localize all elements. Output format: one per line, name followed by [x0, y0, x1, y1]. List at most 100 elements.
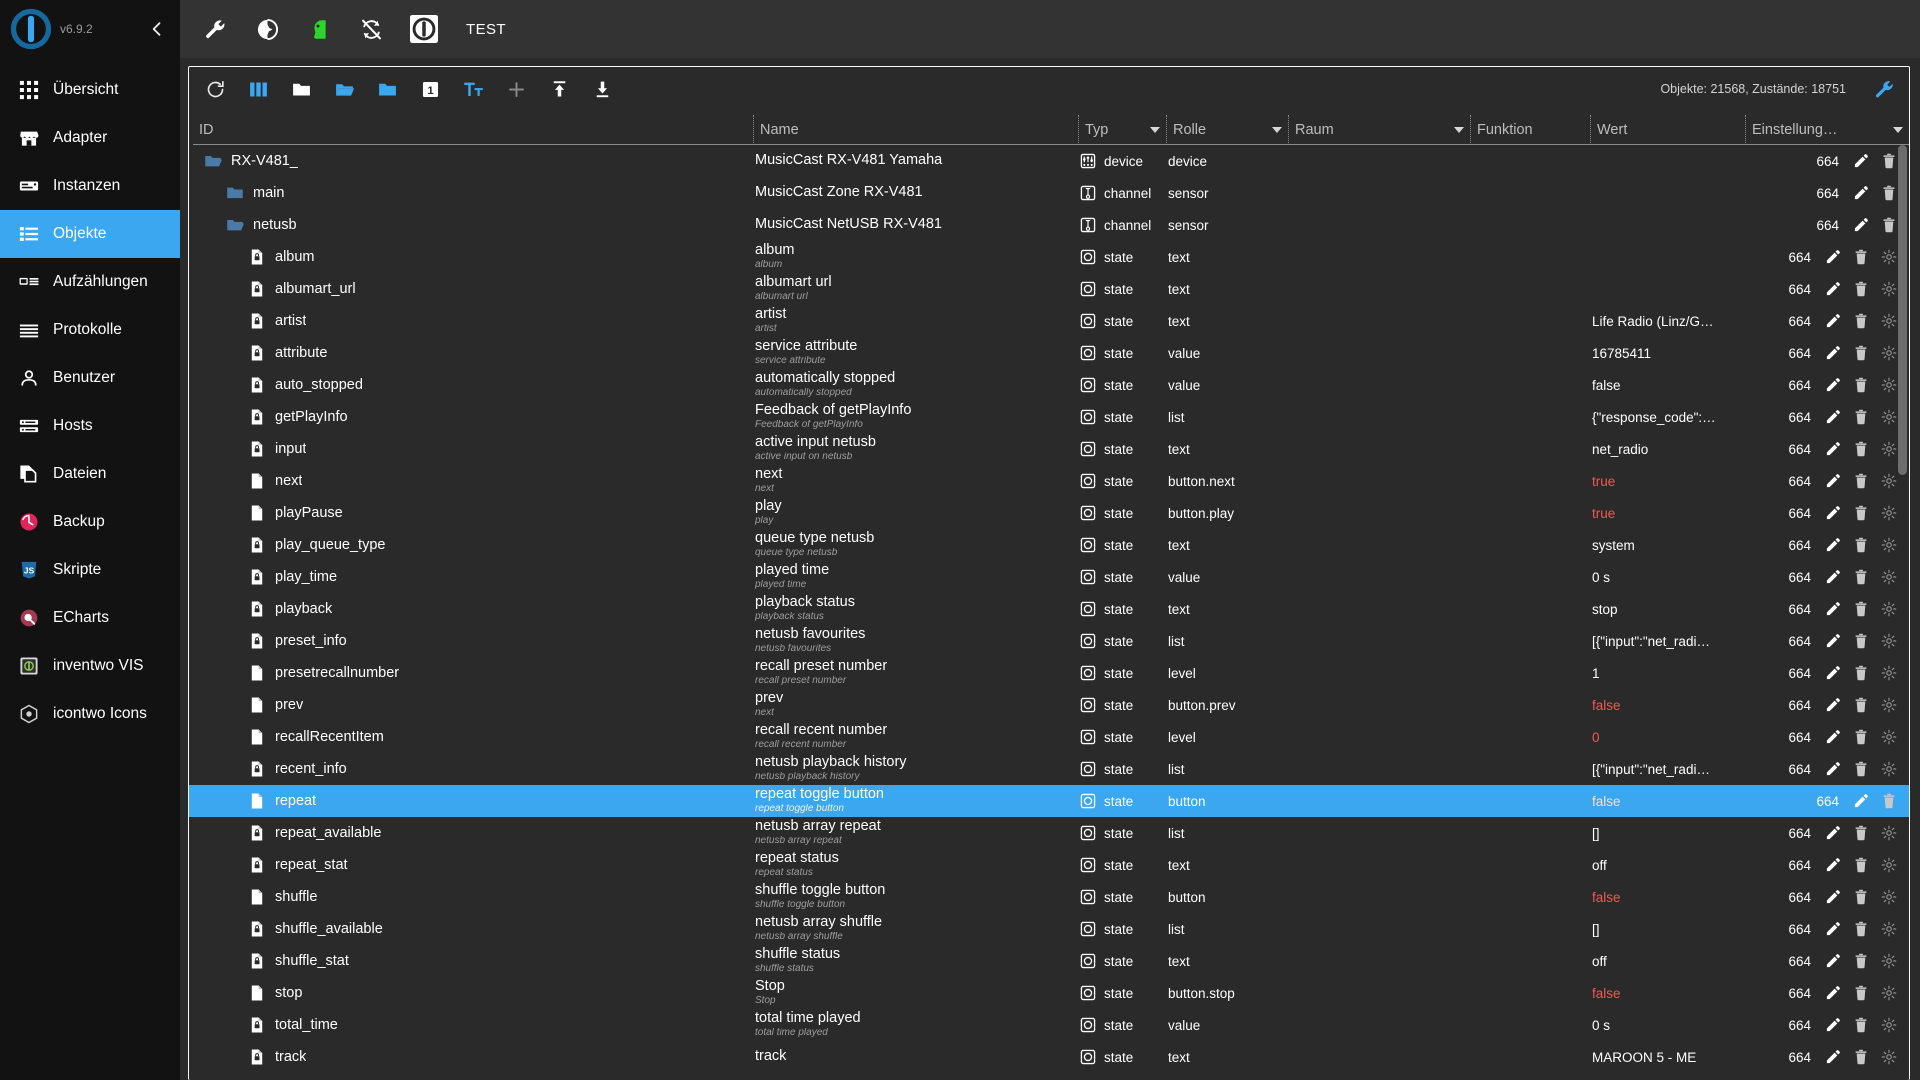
sidebar-item-dateien[interactable]: Dateien [0, 450, 180, 498]
edit-icon[interactable] [1824, 601, 1841, 618]
table-row[interactable]: shuffle shuffle toggle button shuffle togg… [189, 881, 1909, 913]
gear-icon[interactable] [1880, 377, 1897, 394]
delete-icon[interactable] [1852, 857, 1869, 874]
delete-icon[interactable] [1852, 569, 1869, 586]
gear-icon[interactable] [1880, 665, 1897, 682]
delete-icon[interactable] [1852, 281, 1869, 298]
sidebar-item-hosts[interactable]: Hosts [0, 402, 180, 450]
delete-icon[interactable] [1852, 889, 1869, 906]
delete-icon[interactable] [1880, 217, 1897, 234]
sidebar-item-adapter[interactable]: Adapter [0, 114, 180, 162]
table-row[interactable]: netusb MusicCast NetUSB RX-V481 channel sen… [189, 209, 1909, 241]
edit-icon[interactable] [1852, 185, 1869, 202]
table-row[interactable]: artist artist artist state text Life Radio (L… [189, 305, 1909, 337]
edit-icon[interactable] [1824, 441, 1841, 458]
delete-icon[interactable] [1852, 633, 1869, 650]
gear-icon[interactable] [1880, 697, 1897, 714]
gear-icon[interactable] [1880, 537, 1897, 554]
text-size-icon[interactable] [461, 77, 485, 101]
delete-icon[interactable] [1852, 921, 1869, 938]
edit-icon[interactable] [1824, 313, 1841, 330]
edit-icon[interactable] [1824, 345, 1841, 362]
delete-icon[interactable] [1852, 505, 1869, 522]
sidebar-item-aufzaehlungen[interactable]: Aufzählungen [0, 258, 180, 306]
gear-icon[interactable] [1880, 601, 1897, 618]
delete-icon[interactable] [1852, 985, 1869, 1002]
edit-icon[interactable] [1824, 1017, 1841, 1034]
table-row[interactable]: RX-V481_ MusicCast RX-V481 Yamaha device de… [189, 145, 1909, 177]
delete-icon[interactable] [1852, 729, 1869, 746]
delete-icon[interactable] [1852, 825, 1869, 842]
edit-icon[interactable] [1824, 953, 1841, 970]
edit-icon[interactable] [1824, 889, 1841, 906]
table-row[interactable]: play_time played time played time state valu… [189, 561, 1909, 593]
sidebar-item-inventwo-vis[interactable]: inventwo VIS [0, 642, 180, 690]
vertical-scrollbar[interactable] [1898, 145, 1907, 1080]
sidebar-item-objekte[interactable]: Objekte [0, 210, 180, 258]
upload-icon[interactable] [547, 77, 571, 101]
gear-icon[interactable] [1880, 729, 1897, 746]
delete-icon[interactable] [1852, 409, 1869, 426]
table-row[interactable]: attribute service attribute service attrib… [189, 337, 1909, 369]
edit-icon[interactable] [1852, 153, 1869, 170]
gear-icon[interactable] [1880, 345, 1897, 362]
gear-icon[interactable] [1880, 889, 1897, 906]
settings-wrench-icon[interactable] [1873, 78, 1895, 100]
column-header-rolle[interactable]: Rolle [1166, 115, 1288, 145]
delete-icon[interactable] [1852, 697, 1869, 714]
gear-icon[interactable] [1880, 825, 1897, 842]
sidebar-item-uebersicht[interactable]: Übersicht [0, 66, 180, 114]
table-row[interactable]: albumart_url albumart url albumart url stat… [189, 273, 1909, 305]
edit-icon[interactable] [1824, 569, 1841, 586]
table-row[interactable]: presetrecallnumber recall preset number re… [189, 657, 1909, 689]
table-row[interactable]: shuffle_available netusb array shuffle net… [189, 913, 1909, 945]
table-row[interactable]: stop Stop Stop state button.stop false 664 [189, 977, 1909, 1009]
delete-icon[interactable] [1852, 1017, 1869, 1034]
delete-icon[interactable] [1852, 249, 1869, 266]
delete-icon[interactable] [1852, 377, 1869, 394]
delete-icon[interactable] [1880, 185, 1897, 202]
edit-icon[interactable] [1824, 409, 1841, 426]
scrollbar-thumb[interactable] [1898, 145, 1907, 475]
table-row[interactable]: recallRecentItem recall recent number reca… [189, 721, 1909, 753]
gear-icon[interactable] [1880, 1017, 1897, 1034]
raum-filter-chevron-down-icon[interactable] [1454, 126, 1464, 133]
sidebar-item-benutzer[interactable]: Benutzer [0, 354, 180, 402]
edit-icon[interactable] [1824, 825, 1841, 842]
gear-icon[interactable] [1880, 761, 1897, 778]
gear-icon[interactable] [1880, 281, 1897, 298]
edit-icon[interactable] [1824, 729, 1841, 746]
gear-icon[interactable] [1880, 505, 1897, 522]
expand-level-1-icon[interactable]: 1 [418, 77, 442, 101]
table-row[interactable]: getPlayInfo Feedback of getPlayInfo Feedba… [189, 401, 1909, 433]
delete-icon[interactable] [1852, 345, 1869, 362]
sidebar-item-icontwo-icons[interactable]: icontwo Icons [0, 690, 180, 738]
table-row[interactable]: repeat_stat repeat status repeat status sta… [189, 849, 1909, 881]
table-row[interactable]: repeat_available netusb array repeat netus… [189, 817, 1909, 849]
edit-icon[interactable] [1852, 793, 1869, 810]
column-header-wert[interactable]: Wert [1590, 115, 1745, 145]
sidebar-item-backup[interactable]: Backup [0, 498, 180, 546]
edit-icon[interactable] [1824, 505, 1841, 522]
column-header-raum[interactable]: Raum [1288, 115, 1470, 145]
sidebar-collapse-button[interactable] [144, 16, 170, 42]
gear-icon[interactable] [1880, 473, 1897, 490]
gear-icon[interactable] [1880, 985, 1897, 1002]
columns-icon[interactable] [246, 77, 270, 101]
table-row[interactable]: auto_stopped automatically stopped automat… [189, 369, 1909, 401]
edit-icon[interactable] [1824, 761, 1841, 778]
edit-icon[interactable] [1824, 377, 1841, 394]
einstellung-filter-chevron-down-icon[interactable] [1893, 126, 1903, 133]
sidebar-item-protokolle[interactable]: Protokolle [0, 306, 180, 354]
edit-icon[interactable] [1824, 985, 1841, 1002]
gear-icon[interactable] [1880, 633, 1897, 650]
edit-icon[interactable] [1824, 633, 1841, 650]
edit-icon[interactable] [1824, 857, 1841, 874]
delete-icon[interactable] [1852, 441, 1869, 458]
edit-icon[interactable] [1824, 537, 1841, 554]
folder-open-icon[interactable] [332, 77, 356, 101]
table-row[interactable]: main MusicCast Zone RX-V481 channel sensor 6… [189, 177, 1909, 209]
table-row[interactable]: next next next state button.next true 664 [189, 465, 1909, 497]
table-row[interactable]: prev prev next state button.prev false 664 [189, 689, 1909, 721]
sidebar-item-skripte[interactable]: JS Skripte [0, 546, 180, 594]
